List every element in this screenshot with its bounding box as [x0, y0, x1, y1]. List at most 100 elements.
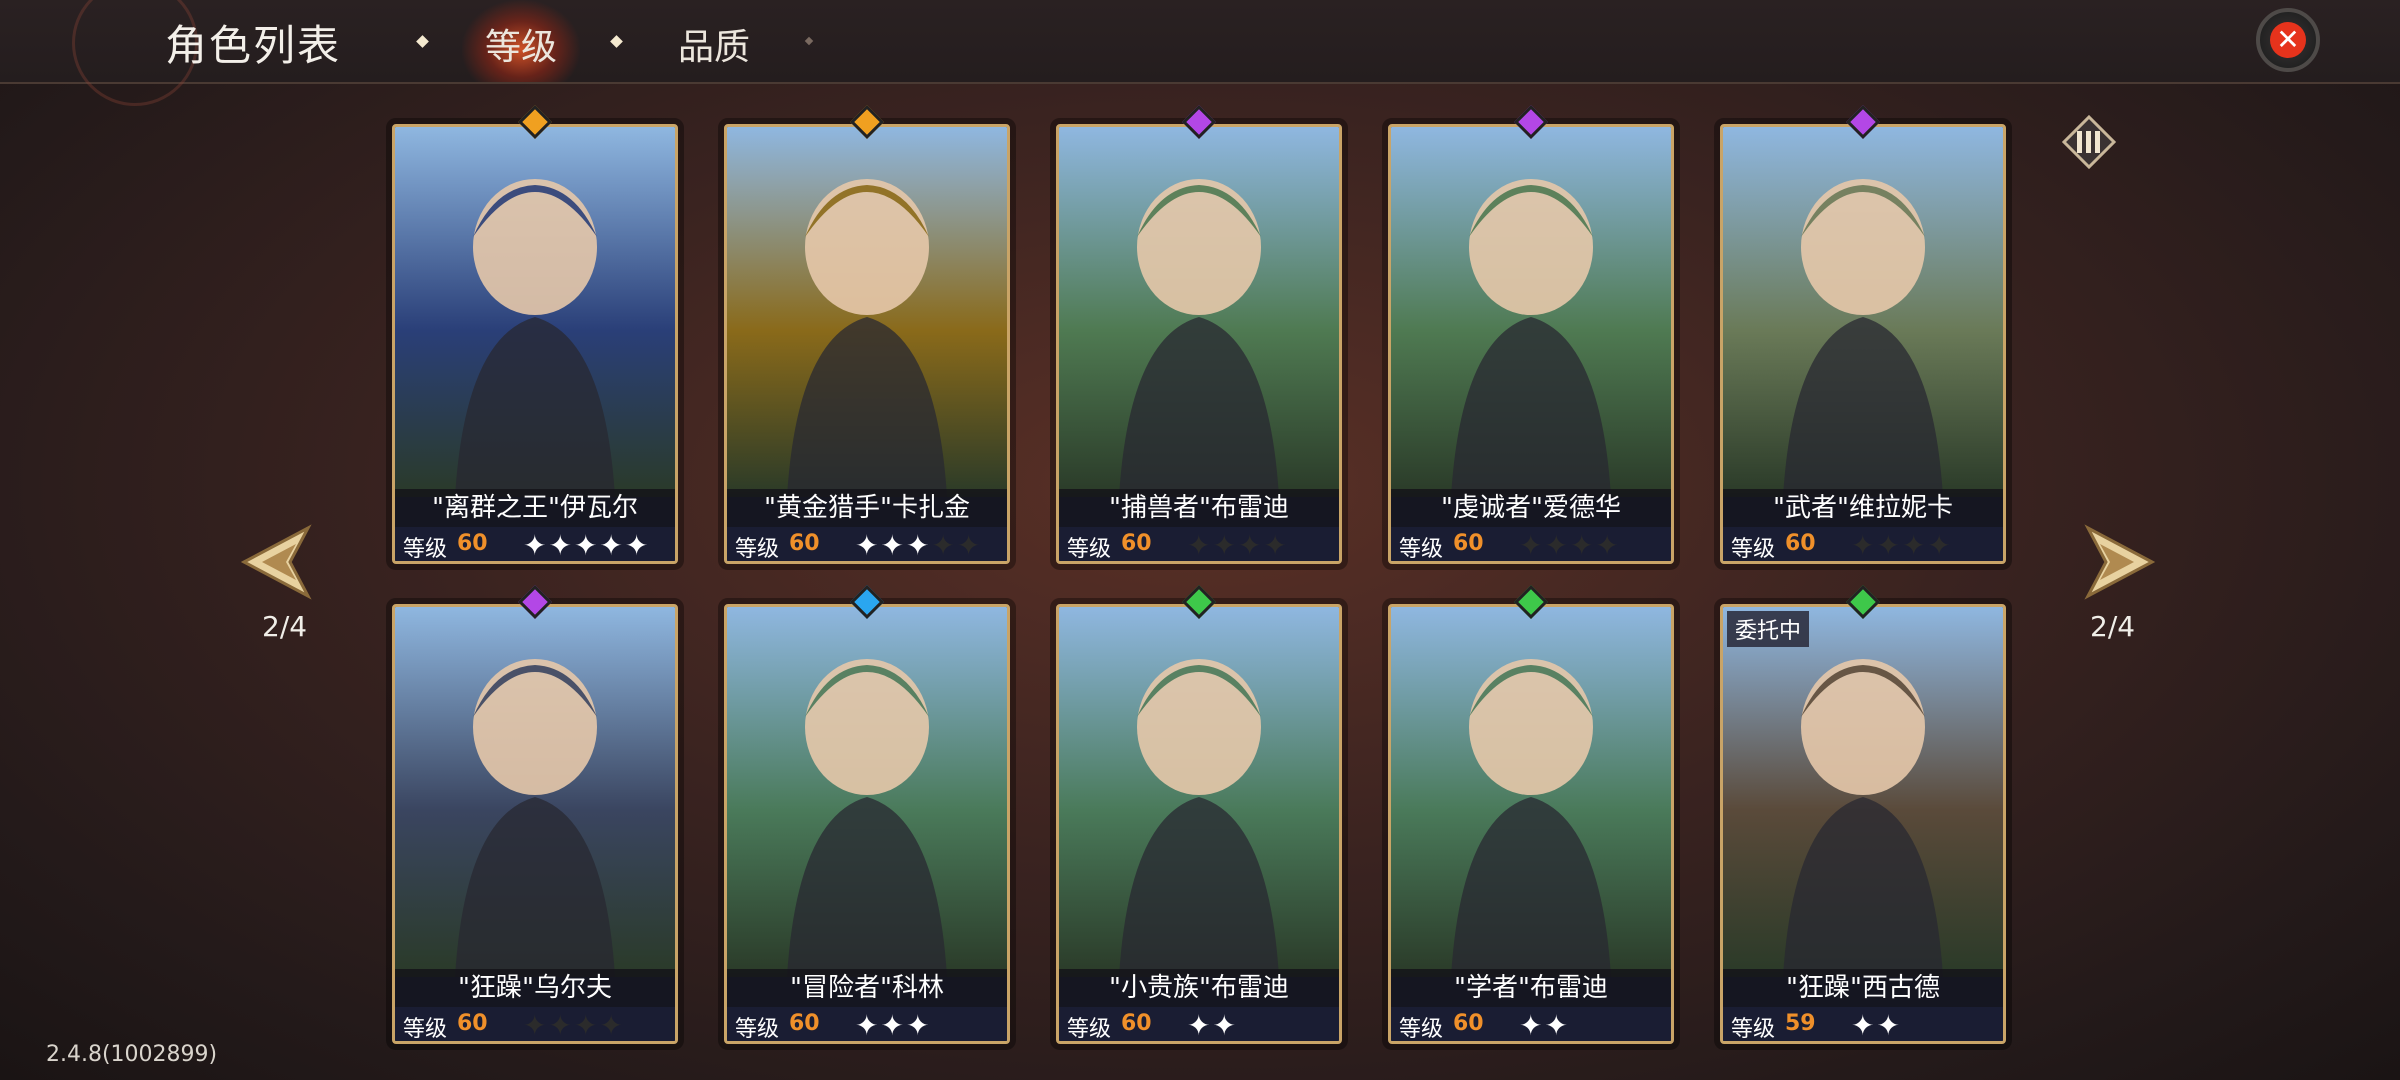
star-empty-icon: ✦: [1851, 529, 1877, 562]
character-portrait: [727, 607, 1007, 977]
next-page-arrow-icon[interactable]: [2074, 520, 2158, 604]
star-empty-icon: ✦: [1237, 529, 1264, 562]
tab-level[interactable]: 等级: [485, 18, 557, 70]
character-name: "狂躁"乌尔夫: [395, 969, 675, 1007]
star-empty-icon: ✦: [599, 1009, 625, 1042]
star-empty-icon: ✦: [1212, 529, 1238, 562]
level-label: 等级: [403, 537, 448, 562]
star-filled-icon: ✦: [523, 529, 549, 562]
character-info-bar: 等级 60 ✦✦✦✦: [1391, 527, 1671, 562]
star-empty-icon: ✦: [1519, 529, 1545, 562]
character-info-bar: 等级 60 ✦✦✦✦: [395, 1007, 675, 1042]
character-name: "黄金猎手"卡扎金: [727, 489, 1007, 527]
character-portrait: [1723, 607, 2003, 977]
star-empty-icon: ✦: [1263, 529, 1289, 562]
character-portrait: [1723, 127, 2003, 497]
level-label: 等级: [403, 1017, 448, 1042]
character-info-bar: 等级 60 ✦✦✦✦: [1723, 527, 2003, 562]
tab-separator-icon: [804, 36, 814, 46]
star-filled-icon: ✦: [905, 529, 932, 562]
level-value: 60: [1785, 531, 1816, 556]
star-filled-icon: ✦: [1544, 1009, 1570, 1042]
character-portrait: [1059, 127, 1339, 497]
star-rating: ✦✦✦✦: [523, 1007, 625, 1042]
star-rating: ✦✦✦✦✦: [855, 527, 982, 562]
prev-page-arrow-icon[interactable]: [238, 520, 322, 604]
right-page-indicator: 2/4: [2090, 610, 2136, 643]
level-value: 60: [1121, 531, 1152, 556]
star-empty-icon: ✦: [1927, 529, 1953, 562]
character-portrait: [1059, 607, 1339, 977]
character-card[interactable]: "狂躁"乌尔夫等级 60 ✦✦✦✦: [392, 604, 678, 1044]
star-filled-icon: ✦: [1851, 1009, 1877, 1042]
star-empty-icon: ✦: [1901, 529, 1928, 562]
star-filled-icon: ✦: [1212, 1009, 1238, 1042]
tab-quality[interactable]: 品质: [678, 18, 750, 70]
character-card[interactable]: "冒险者"科林 等级 60 ✦✦✦: [724, 604, 1010, 1044]
tab-separator-icon: [610, 35, 623, 48]
star-empty-icon: ✦: [931, 529, 957, 562]
star-empty-icon: ✦: [1569, 529, 1596, 562]
level-value: 60: [457, 1011, 488, 1036]
character-card[interactable]: "离群之王"伊瓦尔 等级 60 ✦✦✦✦✦: [392, 124, 678, 564]
character-portrait: [395, 127, 675, 497]
character-info-bar: 等级 60 ✦✦✦✦✦: [727, 527, 1007, 562]
star-filled-icon: ✦: [905, 1009, 932, 1042]
character-card[interactable]: "武者"维拉妮卡 等级 60 ✦✦✦✦: [1720, 124, 2006, 564]
character-info-bar: 等级 60 ✦✦: [1391, 1007, 1671, 1042]
character-info-bar: 等级 59 ✦✦: [1723, 1007, 2003, 1042]
tab-separator-icon: [416, 35, 429, 48]
character-info-bar: 等级 60 ✦✦✦✦✦: [395, 527, 675, 562]
star-filled-icon: ✦: [855, 1009, 881, 1042]
star-empty-icon: ✦: [1595, 529, 1621, 562]
character-card[interactable]: "黄金猎手"卡扎金等级 60 ✦✦✦✦✦: [724, 124, 1010, 564]
filter-grid-icon[interactable]: [2062, 115, 2116, 169]
star-rating: ✦✦✦✦: [1519, 527, 1621, 562]
level-label: 等级: [1731, 1017, 1776, 1042]
star-filled-icon: ✦: [548, 529, 574, 562]
character-portrait: [395, 607, 675, 977]
level-value: 60: [789, 1011, 820, 1036]
character-card[interactable]: "虔诚者"爱德华 等级 60 ✦✦✦✦: [1388, 124, 1674, 564]
star-empty-icon: ✦: [1876, 529, 1902, 562]
star-rating: ✦✦✦✦✦: [523, 527, 651, 562]
character-card[interactable]: 委托中 "狂躁"西古德 等级 59 ✦✦: [1720, 604, 2006, 1044]
star-rating: ✦✦✦: [855, 1007, 932, 1042]
character-name: "学者"布雷迪: [1391, 969, 1671, 1007]
character-portrait: [1391, 607, 1671, 977]
star-filled-icon: ✦: [624, 529, 651, 562]
character-card[interactable]: "小贵族"布雷迪 等级 60 ✦✦: [1056, 604, 1342, 1044]
level-label: 等级: [1067, 1017, 1112, 1042]
level-value: 60: [1121, 1011, 1152, 1036]
level-value: 60: [457, 531, 488, 556]
star-empty-icon: ✦: [1544, 529, 1570, 562]
level-label: 等级: [1067, 537, 1112, 562]
level-label: 等级: [1399, 537, 1444, 562]
level-label: 等级: [1399, 1017, 1444, 1042]
level-label: 等级: [735, 537, 780, 562]
character-card[interactable]: "学者"布雷迪 等级 60 ✦✦: [1388, 604, 1674, 1044]
star-empty-icon: ✦: [523, 1009, 549, 1042]
level-value: 60: [789, 531, 820, 556]
star-rating: ✦✦: [1187, 1007, 1238, 1042]
character-card[interactable]: "捕兽者"布雷迪 等级 60 ✦✦✦✦: [1056, 124, 1342, 564]
level-label: 等级: [1731, 537, 1776, 562]
character-info-bar: 等级 60 ✦✦✦: [727, 1007, 1007, 1042]
character-name: "冒险者"科林: [727, 969, 1007, 1007]
star-filled-icon: ✦: [1876, 1009, 1902, 1042]
close-button[interactable]: ✕: [2256, 8, 2320, 72]
star-empty-icon: ✦: [1187, 529, 1213, 562]
version-label: 2.4.8(1002899): [46, 1042, 218, 1067]
star-rating: ✦✦: [1851, 1007, 1902, 1042]
character-portrait: [727, 127, 1007, 497]
character-name: "离群之王"伊瓦尔: [395, 489, 675, 527]
level-value: 60: [1453, 1011, 1484, 1036]
star-rating: ✦✦✦✦: [1851, 527, 1953, 562]
star-filled-icon: ✦: [573, 529, 600, 562]
level-label: 等级: [735, 1017, 780, 1042]
star-rating: ✦✦✦✦: [1187, 527, 1289, 562]
level-value: 59: [1785, 1011, 1816, 1036]
star-empty-icon: ✦: [573, 1009, 600, 1042]
star-filled-icon: ✦: [599, 529, 625, 562]
star-filled-icon: ✦: [1187, 1009, 1213, 1042]
